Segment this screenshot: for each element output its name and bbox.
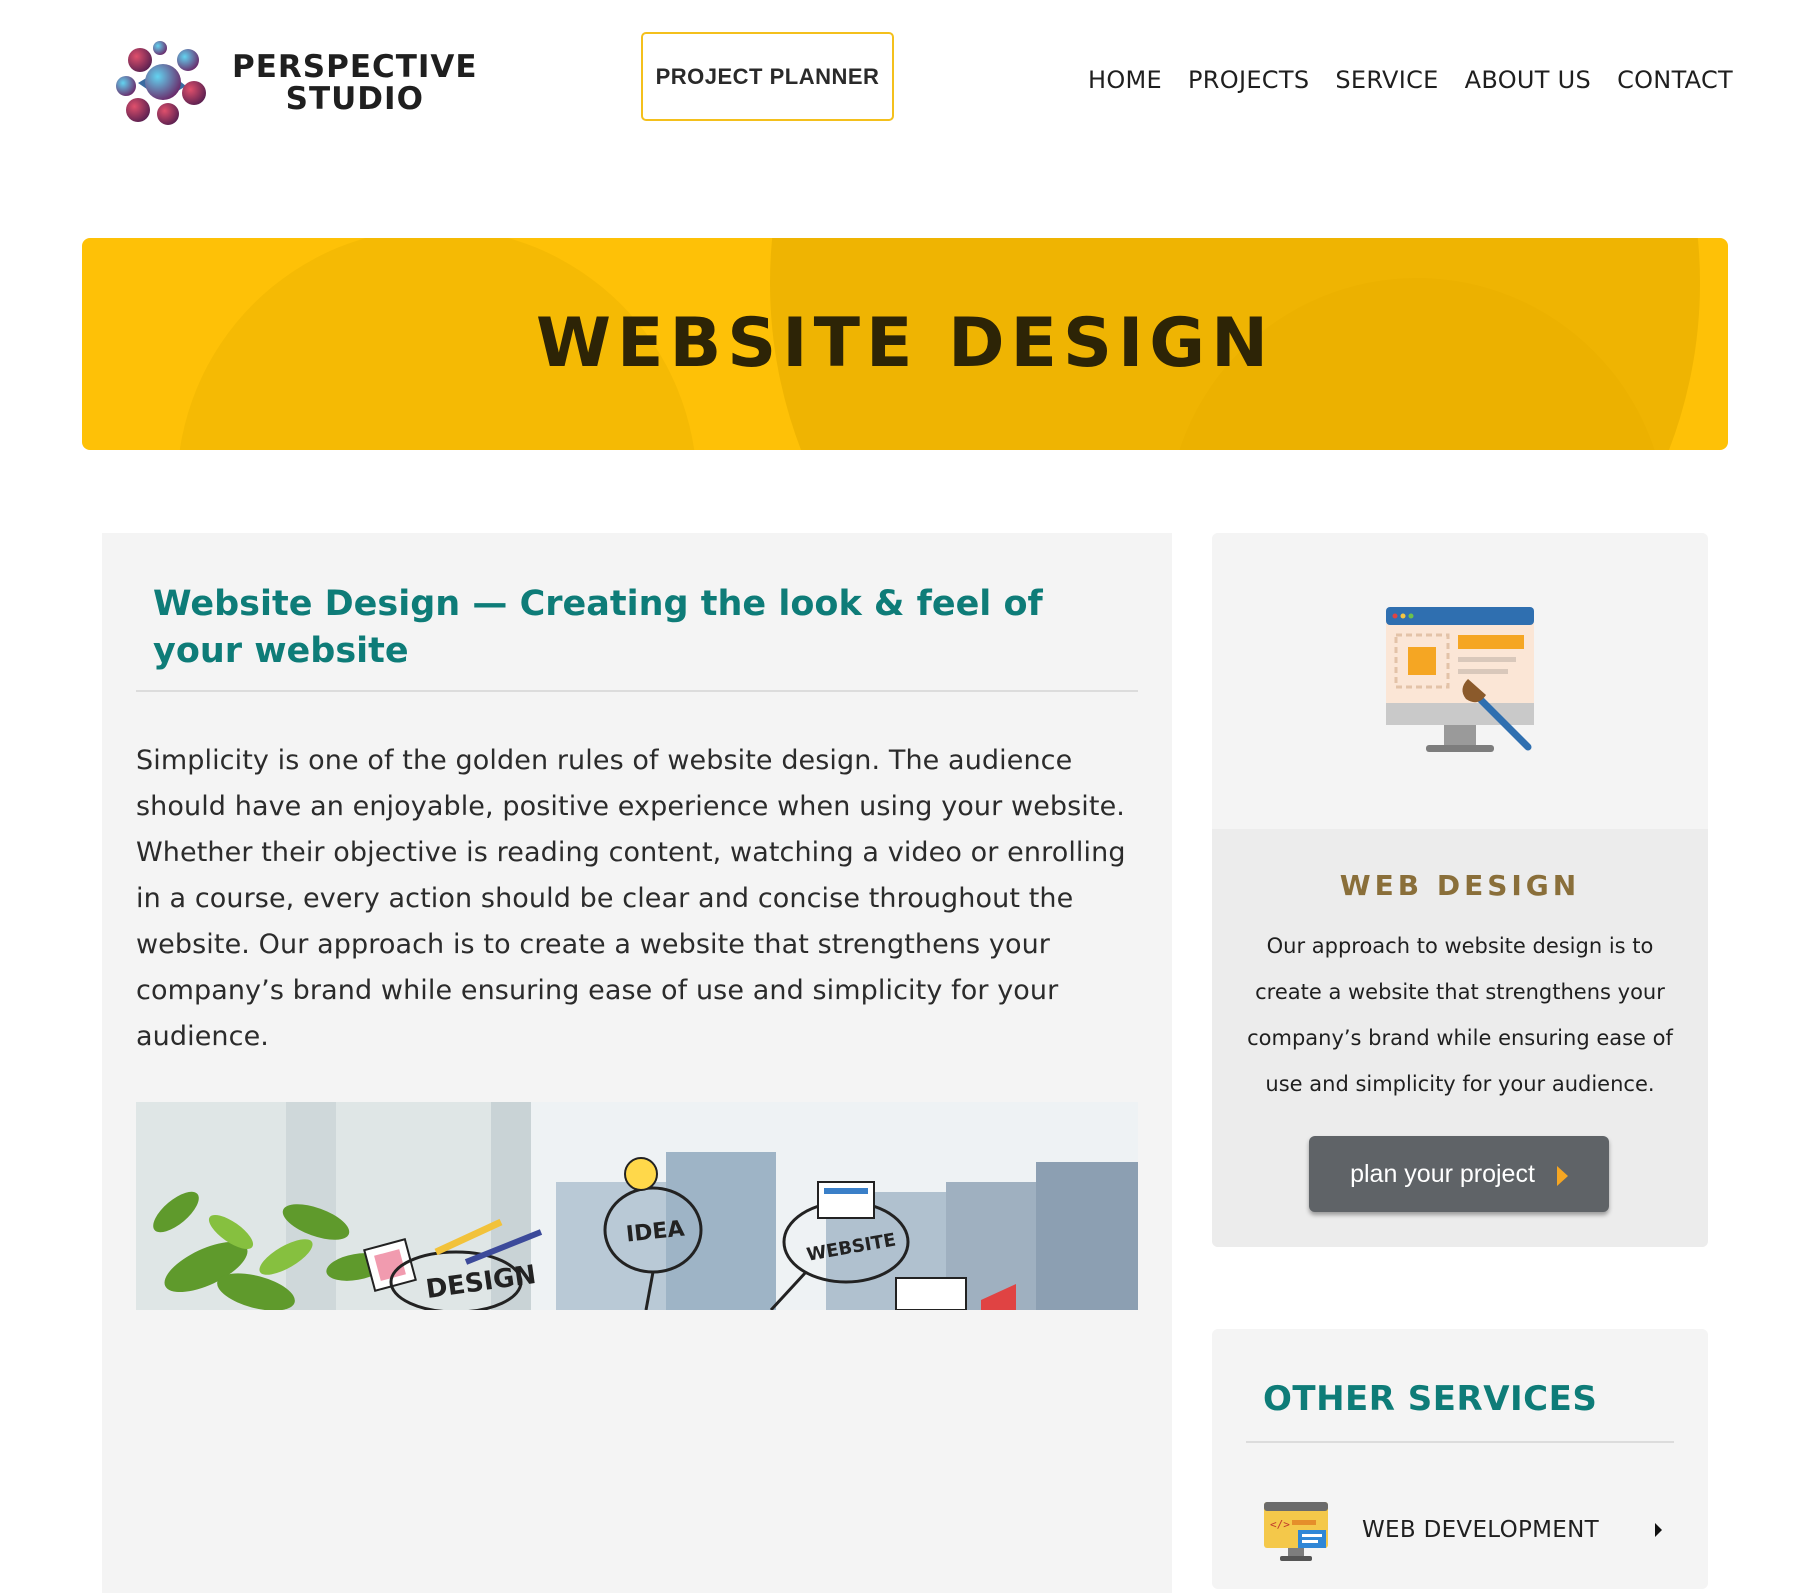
web-design-title: WEB DESIGN	[1339, 869, 1581, 902]
service-item-label: WEB DEVELOPMENT	[1362, 1517, 1599, 1543]
page-title: WEBSITE DESIGN	[536, 304, 1274, 383]
nav-about-us[interactable]: ABOUT US	[1465, 66, 1591, 94]
brand-name-line2: STUDIO	[285, 81, 424, 117]
divider	[136, 690, 1138, 692]
brand-name-line1: PERSPECTIVE	[232, 49, 478, 85]
main-content-card: Website Design — Creating the look & fee…	[102, 533, 1172, 1593]
hero-banner: WEBSITE DESIGN	[82, 238, 1728, 450]
brand-name: PERSPECTIVE STUDIO	[232, 51, 478, 115]
caret-right-icon	[1655, 1523, 1662, 1537]
web-design-card-image-area	[1212, 533, 1708, 829]
molecule-logo-icon	[116, 41, 206, 125]
web-design-card: WEB DESIGN Our approach to website desig…	[1212, 533, 1708, 1247]
other-services-card: OTHER SERVICES </> WEB DEVELOPMENT	[1212, 1329, 1708, 1589]
svg-text:</>: </>	[1270, 1518, 1290, 1531]
web-development-icon: </>	[1264, 1502, 1328, 1561]
project-planner-button[interactable]: PROJECT PLANNER	[641, 32, 894, 121]
nav-home[interactable]: HOME	[1088, 66, 1162, 94]
divider	[1246, 1441, 1674, 1443]
section-body-text: Simplicity is one of the golden rules of…	[136, 745, 1126, 1052]
web-design-description: Our approach to website design is to cre…	[1247, 934, 1673, 1096]
play-arrow-icon	[1556, 1166, 1568, 1186]
brand-logo[interactable]: PERSPECTIVE STUDIO	[108, 38, 478, 128]
main-nav: HOME PROJECTS SERVICE ABOUT US CONTACT	[1088, 66, 1733, 94]
nav-service[interactable]: SERVICE	[1335, 66, 1438, 94]
plan-your-project-button[interactable]: plan your project	[1309, 1136, 1609, 1212]
service-item-web-development[interactable]: </> WEB DEVELOPMENT	[1262, 1495, 1662, 1565]
plan-your-project-label: plan your project	[1350, 1159, 1535, 1188]
other-services-title: OTHER SERVICES	[1263, 1379, 1598, 1419]
nav-contact[interactable]: CONTACT	[1617, 66, 1733, 94]
design-idea-website-banner-image: DESIGN IDEA WEBSITE	[136, 1102, 1138, 1310]
section-title: Website Design — Creating the look & fee…	[153, 584, 1043, 671]
nav-projects[interactable]: PROJECTS	[1188, 66, 1309, 94]
web-design-monitor-icon	[1386, 607, 1534, 752]
